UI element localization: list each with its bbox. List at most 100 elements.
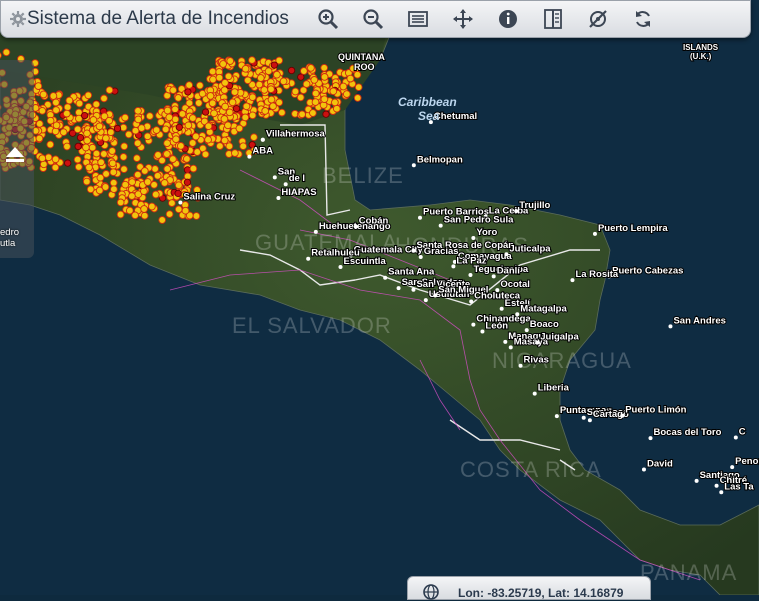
fire-point[interactable] <box>133 139 142 148</box>
fire-point[interactable] <box>230 88 239 96</box>
fire-point[interactable] <box>311 89 320 98</box>
fire-point[interactable] <box>181 206 190 215</box>
fire-point[interactable] <box>52 98 60 107</box>
fire-point[interactable] <box>189 164 198 173</box>
fire-point[interactable] <box>172 135 180 144</box>
fire-point[interactable] <box>102 134 110 143</box>
fire-point[interactable] <box>264 67 273 76</box>
fire-point[interactable] <box>184 121 193 130</box>
fire-point[interactable] <box>121 113 129 122</box>
fire-point[interactable] <box>158 216 167 224</box>
fire-point[interactable] <box>224 72 233 81</box>
fire-point[interactable] <box>220 136 229 145</box>
fire-point[interactable] <box>320 95 329 104</box>
fire-point[interactable] <box>291 87 300 96</box>
fire-point[interactable] <box>59 128 68 137</box>
measure-button[interactable] <box>585 6 611 32</box>
fire-point[interactable] <box>74 163 83 171</box>
fire-point[interactable] <box>175 123 183 131</box>
eject-icon[interactable] <box>4 144 26 166</box>
fire-point[interactable] <box>52 106 60 114</box>
fire-point[interactable] <box>75 99 84 108</box>
fire-point[interactable] <box>208 67 217 76</box>
fire-point[interactable] <box>241 113 250 122</box>
fire-point[interactable] <box>169 86 178 95</box>
fire-point[interactable] <box>153 171 162 180</box>
fire-point[interactable] <box>121 180 130 189</box>
fire-point[interactable] <box>100 94 108 103</box>
fire-point[interactable] <box>260 86 269 94</box>
fire-point[interactable] <box>161 125 170 134</box>
fire-point[interactable] <box>346 74 355 83</box>
fire-point[interactable] <box>154 151 162 159</box>
fire-point[interactable] <box>38 106 47 115</box>
fire-point[interactable] <box>109 168 118 177</box>
fire-point[interactable] <box>34 82 43 90</box>
fire-point[interactable] <box>108 147 117 155</box>
fire-point[interactable] <box>110 185 118 194</box>
fire-point[interactable] <box>163 106 172 115</box>
fire-point[interactable] <box>124 130 133 139</box>
fire-point[interactable] <box>113 124 122 133</box>
fire-point[interactable] <box>165 210 174 218</box>
fire-point[interactable] <box>85 163 93 172</box>
fire-point[interactable] <box>84 91 93 100</box>
fire-point[interactable] <box>256 74 265 82</box>
fire-point[interactable] <box>63 142 71 151</box>
layers-list-button[interactable] <box>405 6 431 32</box>
fire-point[interactable] <box>225 142 234 151</box>
info-button[interactable] <box>495 6 521 32</box>
fire-point[interactable] <box>101 183 110 191</box>
fire-point[interactable] <box>51 155 60 164</box>
fire-point[interactable] <box>95 122 104 131</box>
fire-point[interactable] <box>174 205 183 214</box>
fire-point[interactable] <box>89 116 98 124</box>
map-canvas[interactable]: BELIZEHONDURASEL SALVADORNICARAGUACOSTA … <box>0 0 759 595</box>
fire-point[interactable] <box>140 187 148 196</box>
fire-point[interactable] <box>204 135 212 144</box>
fire-point[interactable] <box>82 143 90 152</box>
fire-point[interactable] <box>320 73 329 81</box>
fire-point[interactable] <box>242 102 251 111</box>
fire-point[interactable] <box>220 115 229 123</box>
fire-point[interactable] <box>62 109 71 118</box>
fire-point[interactable] <box>183 178 192 186</box>
fire-point[interactable] <box>221 78 229 87</box>
fire-point[interactable] <box>82 177 91 186</box>
fire-point[interactable] <box>137 124 146 132</box>
gear-icon[interactable] <box>9 10 27 28</box>
fire-point[interactable] <box>231 149 239 157</box>
fire-point[interactable] <box>108 159 117 168</box>
fire-point[interactable] <box>176 142 185 150</box>
fire-point[interactable] <box>353 94 362 102</box>
fire-point[interactable] <box>248 111 257 120</box>
fire-point[interactable] <box>106 128 115 137</box>
fire-point[interactable] <box>192 212 201 220</box>
fire-point[interactable] <box>354 83 363 92</box>
fire-point[interactable] <box>342 90 351 98</box>
fire-point[interactable] <box>248 56 256 64</box>
fire-point[interactable] <box>241 64 250 73</box>
fire-point[interactable] <box>204 122 213 131</box>
fire-point[interactable] <box>219 60 227 68</box>
fire-point[interactable] <box>133 154 141 163</box>
fire-point[interactable] <box>329 87 338 96</box>
fire-point[interactable] <box>269 102 277 111</box>
fire-point[interactable] <box>307 64 315 72</box>
fire-point[interactable] <box>239 142 248 151</box>
fire-point[interactable] <box>171 105 179 114</box>
fire-point[interactable] <box>92 100 101 109</box>
fire-point[interactable] <box>140 167 149 175</box>
fire-point[interactable] <box>182 155 191 163</box>
fire-point[interactable] <box>297 73 305 81</box>
fire-point[interactable] <box>255 80 264 89</box>
fire-point[interactable] <box>174 94 183 102</box>
fire-point[interactable] <box>64 159 72 167</box>
fire-point[interactable] <box>226 57 235 65</box>
fire-point[interactable] <box>201 108 210 116</box>
fire-point[interactable] <box>279 77 288 86</box>
fire-point[interactable] <box>194 99 203 107</box>
fire-point[interactable] <box>120 142 129 151</box>
fire-point[interactable] <box>65 96 74 105</box>
fire-point[interactable] <box>248 93 257 102</box>
